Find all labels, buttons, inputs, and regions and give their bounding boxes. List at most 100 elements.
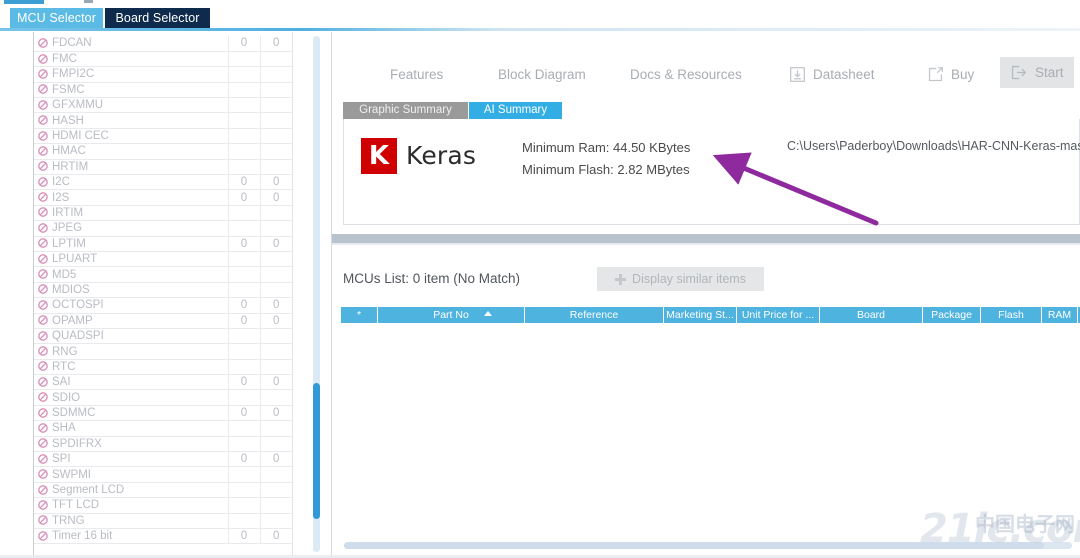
nav-item-buy[interactable]: Buy <box>927 57 974 91</box>
tab-ai-summary[interactable]: AI Summary <box>469 102 562 119</box>
peripheral-max-value <box>259 82 292 99</box>
no-entry-icon[interactable] <box>34 482 51 499</box>
column-header[interactable]: * <box>341 307 377 323</box>
peripheral-row[interactable]: HMAC <box>34 143 292 160</box>
no-entry-icon[interactable] <box>34 205 51 222</box>
peripheral-max-value <box>259 436 292 453</box>
no-entry-icon[interactable] <box>34 436 51 453</box>
no-entry-icon[interactable] <box>34 66 51 83</box>
details-nav: Features Block Diagram Docs & Resources Dat… <box>332 57 1080 91</box>
no-entry-icon[interactable] <box>34 359 51 376</box>
peripheral-row[interactable]: MDIOS <box>34 282 292 299</box>
no-entry-icon[interactable] <box>34 374 51 391</box>
no-entry-icon[interactable] <box>34 282 51 299</box>
no-entry-icon[interactable] <box>34 174 51 191</box>
peripheral-row[interactable]: I2S 0 0 <box>34 189 292 206</box>
peripheral-row[interactable]: FDCAN 0 0 <box>34 36 292 52</box>
peripheral-row[interactable]: Segment LCD <box>34 482 292 499</box>
nav-item-block-diagram[interactable]: Block Diagram <box>498 57 586 91</box>
peripheral-row[interactable]: SDMMC 0 0 <box>34 405 292 422</box>
peripheral-max-value <box>259 266 292 283</box>
peripheral-row[interactable]: LPTIM 0 0 <box>34 236 292 252</box>
peripheral-max-value <box>259 205 292 222</box>
column-header[interactable]: Part No <box>378 307 524 323</box>
peripheral-row[interactable]: LPUART <box>34 251 292 268</box>
peripheral-max-value <box>259 359 292 376</box>
peripheral-min-value <box>227 220 260 237</box>
no-entry-icon[interactable] <box>34 297 51 314</box>
peripheral-min-value <box>227 389 260 406</box>
no-entry-icon[interactable] <box>34 97 51 114</box>
no-entry-icon[interactable] <box>34 343 51 360</box>
peripheral-row[interactable]: GFXMMU <box>34 97 292 114</box>
no-entry-icon[interactable] <box>34 251 51 268</box>
peripheral-row[interactable]: I2C 0 0 <box>34 174 292 191</box>
peripheral-row[interactable]: SAI 0 0 <box>34 374 292 391</box>
no-entry-icon[interactable] <box>34 51 51 68</box>
peripheral-row[interactable]: SWPMI <box>34 466 292 483</box>
display-similar-items-button[interactable]: Display similar items <box>597 267 764 291</box>
no-entry-icon[interactable] <box>34 466 51 483</box>
no-entry-icon[interactable] <box>34 389 51 406</box>
peripheral-row[interactable]: FSMC <box>34 82 292 99</box>
peripheral-min-value: 0 <box>227 374 260 391</box>
peripheral-row[interactable]: FMPI2C <box>34 66 292 83</box>
no-entry-icon[interactable] <box>34 497 51 514</box>
keras-framework-name: Keras <box>406 141 477 170</box>
column-header[interactable]: Flash <box>981 307 1041 323</box>
tabs-underline <box>0 28 1080 31</box>
plus-icon <box>615 273 627 285</box>
peripheral-row[interactable]: Timer 16 bit 0 0 <box>34 528 292 545</box>
peripheral-row[interactable]: RTC <box>34 359 292 376</box>
no-entry-icon[interactable] <box>34 143 51 160</box>
no-entry-icon[interactable] <box>34 159 51 176</box>
no-entry-icon[interactable] <box>34 220 51 237</box>
no-entry-icon[interactable] <box>34 328 51 345</box>
tab-mcu-selector[interactable]: MCU Selector <box>10 8 103 28</box>
peripheral-row[interactable]: RNG <box>34 343 292 360</box>
peripheral-row[interactable]: HRTIM <box>34 159 292 176</box>
tab-board-selector[interactable]: Board Selector <box>105 8 210 28</box>
no-entry-icon[interactable] <box>34 528 51 545</box>
column-header[interactable]: Package <box>923 307 980 323</box>
peripheral-row[interactable]: OPAMP 0 0 <box>34 313 292 329</box>
no-entry-icon[interactable] <box>34 405 51 422</box>
section-separator-edge <box>332 243 1080 245</box>
peripheral-row[interactable]: FMC <box>34 51 292 68</box>
peripheral-row[interactable]: JPEG <box>34 220 292 237</box>
peripheral-row[interactable]: TFT LCD <box>34 497 292 514</box>
peripheral-row[interactable]: HDMI CEC <box>34 128 292 145</box>
left-vertical-scrollbar-thumb[interactable] <box>313 383 320 519</box>
peripheral-row[interactable]: TRNG <box>34 513 292 530</box>
column-header[interactable]: Board <box>820 307 922 323</box>
peripheral-row[interactable]: SHA <box>34 420 292 437</box>
column-header[interactable]: Marketing St... <box>664 307 736 323</box>
no-entry-icon[interactable] <box>34 420 51 437</box>
column-header[interactable]: Unit Price for ... <box>737 307 819 323</box>
peripheral-row[interactable]: HASH <box>34 112 292 129</box>
nav-item-datasheet[interactable]: Datasheet <box>789 57 875 91</box>
start-button[interactable]: Start <box>1000 57 1074 88</box>
no-entry-icon[interactable] <box>34 189 51 206</box>
nav-item-features[interactable]: Features <box>390 57 443 91</box>
column-header[interactable]: Reference <box>525 307 663 323</box>
peripheral-row[interactable]: SPI 0 0 <box>34 451 292 468</box>
no-entry-icon[interactable] <box>34 112 51 129</box>
peripheral-row[interactable]: OCTOSPI 0 0 <box>34 297 292 314</box>
tab-graphic-summary[interactable]: Graphic Summary <box>343 102 468 119</box>
peripheral-row[interactable]: IRTIM <box>34 205 292 222</box>
no-entry-icon[interactable] <box>34 236 51 252</box>
peripheral-row[interactable]: SDIO <box>34 389 292 406</box>
peripheral-row[interactable]: MD5 <box>34 266 292 283</box>
peripheral-row[interactable]: QUADSPI <box>34 328 292 345</box>
no-entry-icon[interactable] <box>34 36 51 52</box>
no-entry-icon[interactable] <box>34 313 51 329</box>
no-entry-icon[interactable] <box>34 266 51 283</box>
no-entry-icon[interactable] <box>34 128 51 145</box>
no-entry-icon[interactable] <box>34 451 51 468</box>
column-header[interactable]: RAM <box>1042 307 1077 323</box>
peripheral-row[interactable]: SPDIFRX <box>34 436 292 453</box>
no-entry-icon[interactable] <box>34 513 51 530</box>
no-entry-icon[interactable] <box>34 82 51 99</box>
nav-item-docs-resources[interactable]: Docs & Resources <box>630 57 742 91</box>
